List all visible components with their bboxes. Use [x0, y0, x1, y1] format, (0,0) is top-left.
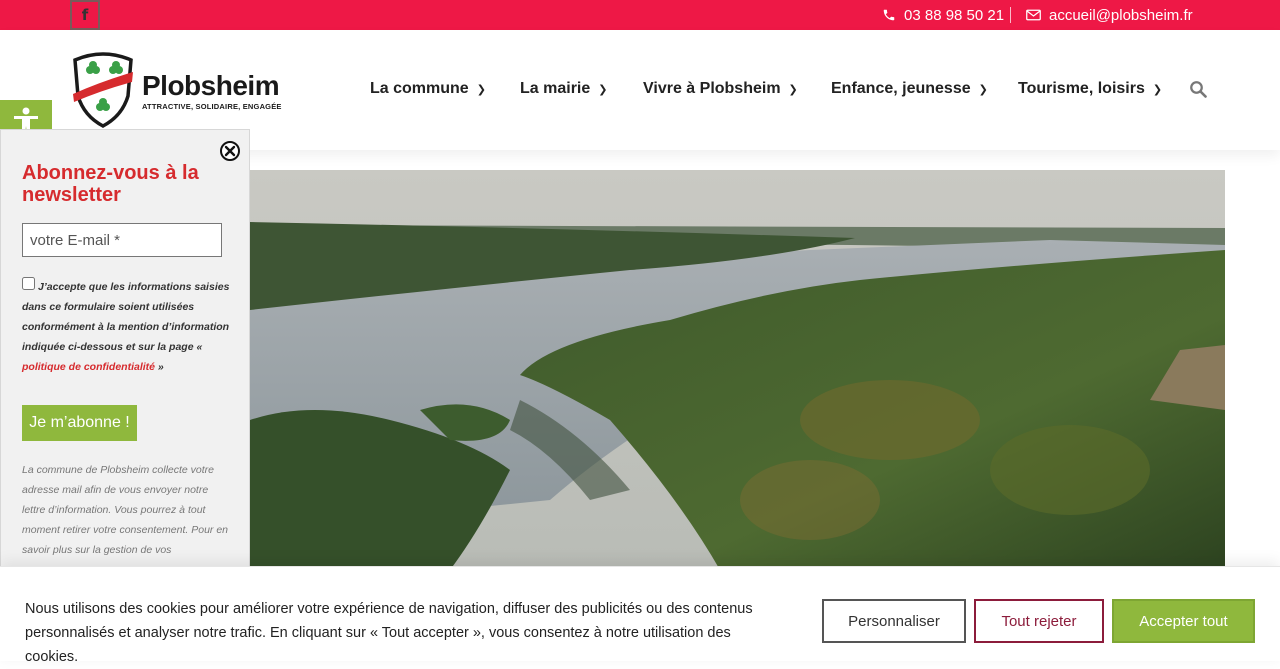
- reject-all-button[interactable]: Tout rejeter: [974, 599, 1104, 643]
- phone-icon: [883, 9, 895, 21]
- site-logo[interactable]: Plobsheim ATTRACTIVE, SOLIDAIRE, ENGAGÉE: [70, 52, 300, 128]
- logo-tagline: ATTRACTIVE, SOLIDAIRE, ENGAGÉE: [142, 102, 282, 111]
- nav-label: La commune: [370, 80, 469, 97]
- nav-enfance-jeunesse[interactable]: Enfance, jeunesse ❯: [831, 80, 988, 98]
- email-link[interactable]: accueil@plobsheim.fr: [1026, 0, 1193, 30]
- nav-tourisme-loisirs[interactable]: Tourisme, loisirs ❯: [1018, 80, 1162, 98]
- consent-body: J’accepte que les informations saisies d…: [22, 281, 230, 353]
- chevron-down-icon: ❯: [598, 82, 608, 96]
- phone-number: 03 88 98 50 21: [904, 6, 1005, 24]
- nav-label: La mairie: [520, 80, 591, 97]
- phone-link[interactable]: 03 88 98 50 21: [882, 0, 1004, 30]
- nav-label: Enfance, jeunesse: [831, 80, 971, 97]
- customize-cookies-button[interactable]: Personnaliser: [822, 599, 966, 643]
- envelope-icon: [1026, 9, 1041, 21]
- hero-image: [250, 170, 1225, 570]
- newsletter-legal-text: La commune de Plobsheim collecte votre a…: [22, 464, 229, 556]
- cookie-banner: Nous utilisons des cookies pour améliore…: [0, 566, 1280, 665]
- logo-name: Plobsheim: [142, 70, 280, 101]
- chevron-down-icon: ❯: [476, 82, 486, 96]
- newsletter-email-input[interactable]: [22, 223, 222, 257]
- divider: [1010, 7, 1011, 23]
- nav-label: Tourisme, loisirs: [1018, 80, 1145, 97]
- nav-la-commune[interactable]: La commune ❯: [370, 80, 486, 98]
- facebook-icon[interactable]: f: [70, 0, 100, 30]
- consent-text: J’accepte que les informations saisies d…: [22, 277, 237, 377]
- accept-all-button[interactable]: Accepter tout: [1112, 599, 1255, 643]
- search-icon[interactable]: [1189, 80, 1207, 98]
- nav-vivre-a-plobsheim[interactable]: Vivre à Plobsheim ❯: [643, 80, 798, 98]
- crest-icon: [73, 52, 133, 128]
- close-icon[interactable]: [219, 140, 241, 162]
- nav-label: Vivre à Plobsheim: [643, 80, 781, 97]
- newsletter-title: Abonnez-vous à la newsletter: [22, 162, 199, 206]
- chevron-down-icon: ❯: [788, 82, 798, 96]
- nav-la-mairie[interactable]: La mairie ❯: [520, 80, 607, 98]
- consent-end: »: [155, 361, 164, 373]
- newsletter-panel: Abonnez-vous à la newsletter J’accepte q…: [0, 129, 250, 579]
- subscribe-button[interactable]: Je m’abonne !: [22, 405, 137, 441]
- privacy-policy-link[interactable]: politique de confidentialité: [22, 361, 155, 373]
- email-address: accueil@plobsheim.fr: [1049, 6, 1193, 24]
- cookie-message: Nous utilisons des cookies pour améliore…: [25, 601, 753, 665]
- chevron-down-icon: ❯: [1152, 82, 1163, 96]
- chevron-down-icon: ❯: [978, 82, 988, 96]
- top-bar: f 03 88 98 50 21 accueil@plobsheim.fr: [0, 0, 1280, 30]
